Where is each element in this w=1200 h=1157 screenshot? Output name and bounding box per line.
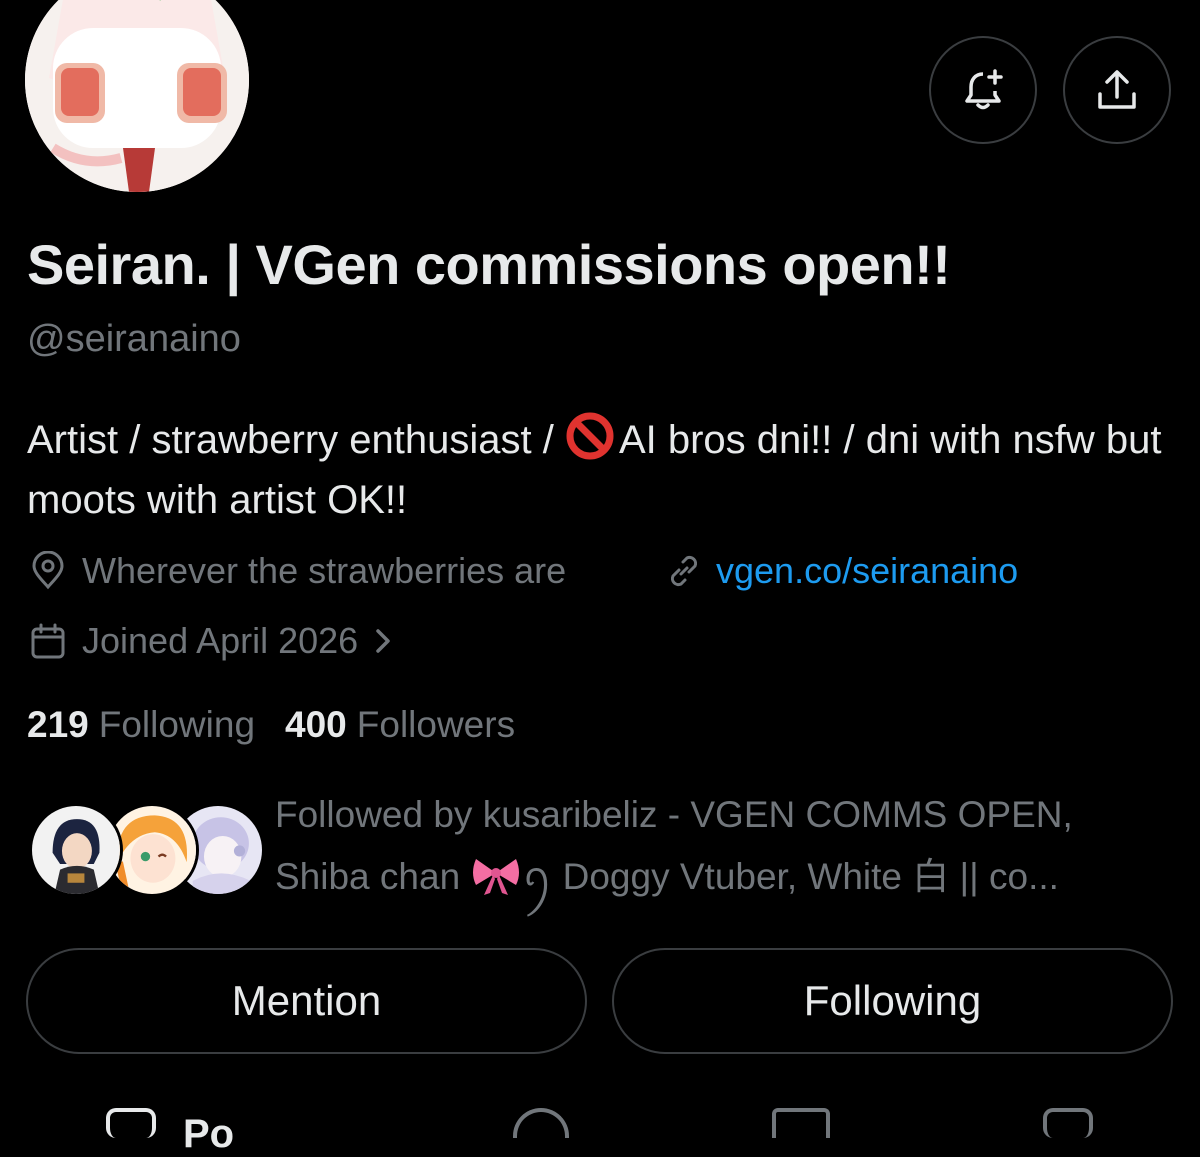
bell-plus-icon	[965, 69, 1003, 110]
replies-tab-icon[interactable]	[513, 1108, 569, 1138]
website-link[interactable]: vgen.co/seiranaino	[716, 550, 1018, 592]
posts-tab-icon[interactable]	[106, 1108, 156, 1138]
ribbon-bow-icon	[473, 859, 520, 895]
following-stat[interactable]: 219 Following	[27, 704, 255, 746]
user-handle: @seiranaino	[27, 318, 241, 360]
media-tab-icon[interactable]	[772, 1108, 830, 1138]
joined-date: Joined April 2026	[82, 620, 359, 661]
share-icon	[1098, 70, 1136, 109]
profile-bio: Artist / strawberry enthusiast / AI bros…	[27, 410, 1177, 530]
location-text: Wherever the strawberries are	[82, 550, 567, 591]
profile-avatar[interactable]	[25, 0, 249, 192]
follow-stats: 219 Following 400 Followers	[27, 704, 515, 746]
location-row: Wherever the strawberries are	[28, 550, 566, 592]
location-pin-icon	[32, 551, 64, 590]
followers-stat[interactable]: 400 Followers	[285, 704, 515, 746]
likes-tab-icon[interactable]	[1043, 1108, 1093, 1138]
chevron-right-icon	[376, 629, 390, 653]
calendar-icon	[31, 623, 65, 659]
prohibited-icon	[566, 412, 614, 460]
link-icon	[670, 555, 698, 587]
website-row[interactable]: vgen.co/seiranaino	[664, 550, 1018, 592]
follower-avatar	[29, 803, 123, 897]
bio-text-start: Artist / strawberry enthusiast /	[27, 418, 565, 462]
posts-tab-label[interactable]: Po	[183, 1112, 234, 1157]
following-button[interactable]: Following	[612, 948, 1173, 1054]
display-name: Seiran. | VGen commissions open!!	[27, 233, 951, 296]
followers-count: 400	[285, 704, 347, 745]
followed-by-text-end: ꪆ Doggy Vtuber, White 白 || co...	[522, 856, 1059, 897]
notifications-button[interactable]	[929, 36, 1037, 144]
share-button[interactable]	[1063, 36, 1171, 144]
joined-row[interactable]: Joined April 2026	[28, 620, 396, 662]
following-count: 219	[27, 704, 89, 745]
followers-label: Followers	[356, 704, 516, 745]
avatar-illustration	[25, 0, 249, 192]
mention-button[interactable]: Mention	[26, 948, 587, 1054]
followed-by-avatars[interactable]	[29, 803, 265, 899]
following-label: Following	[98, 704, 256, 745]
followed-by-text[interactable]: Followed by kusaribeliz - VGEN COMMS OPE…	[275, 784, 1155, 908]
